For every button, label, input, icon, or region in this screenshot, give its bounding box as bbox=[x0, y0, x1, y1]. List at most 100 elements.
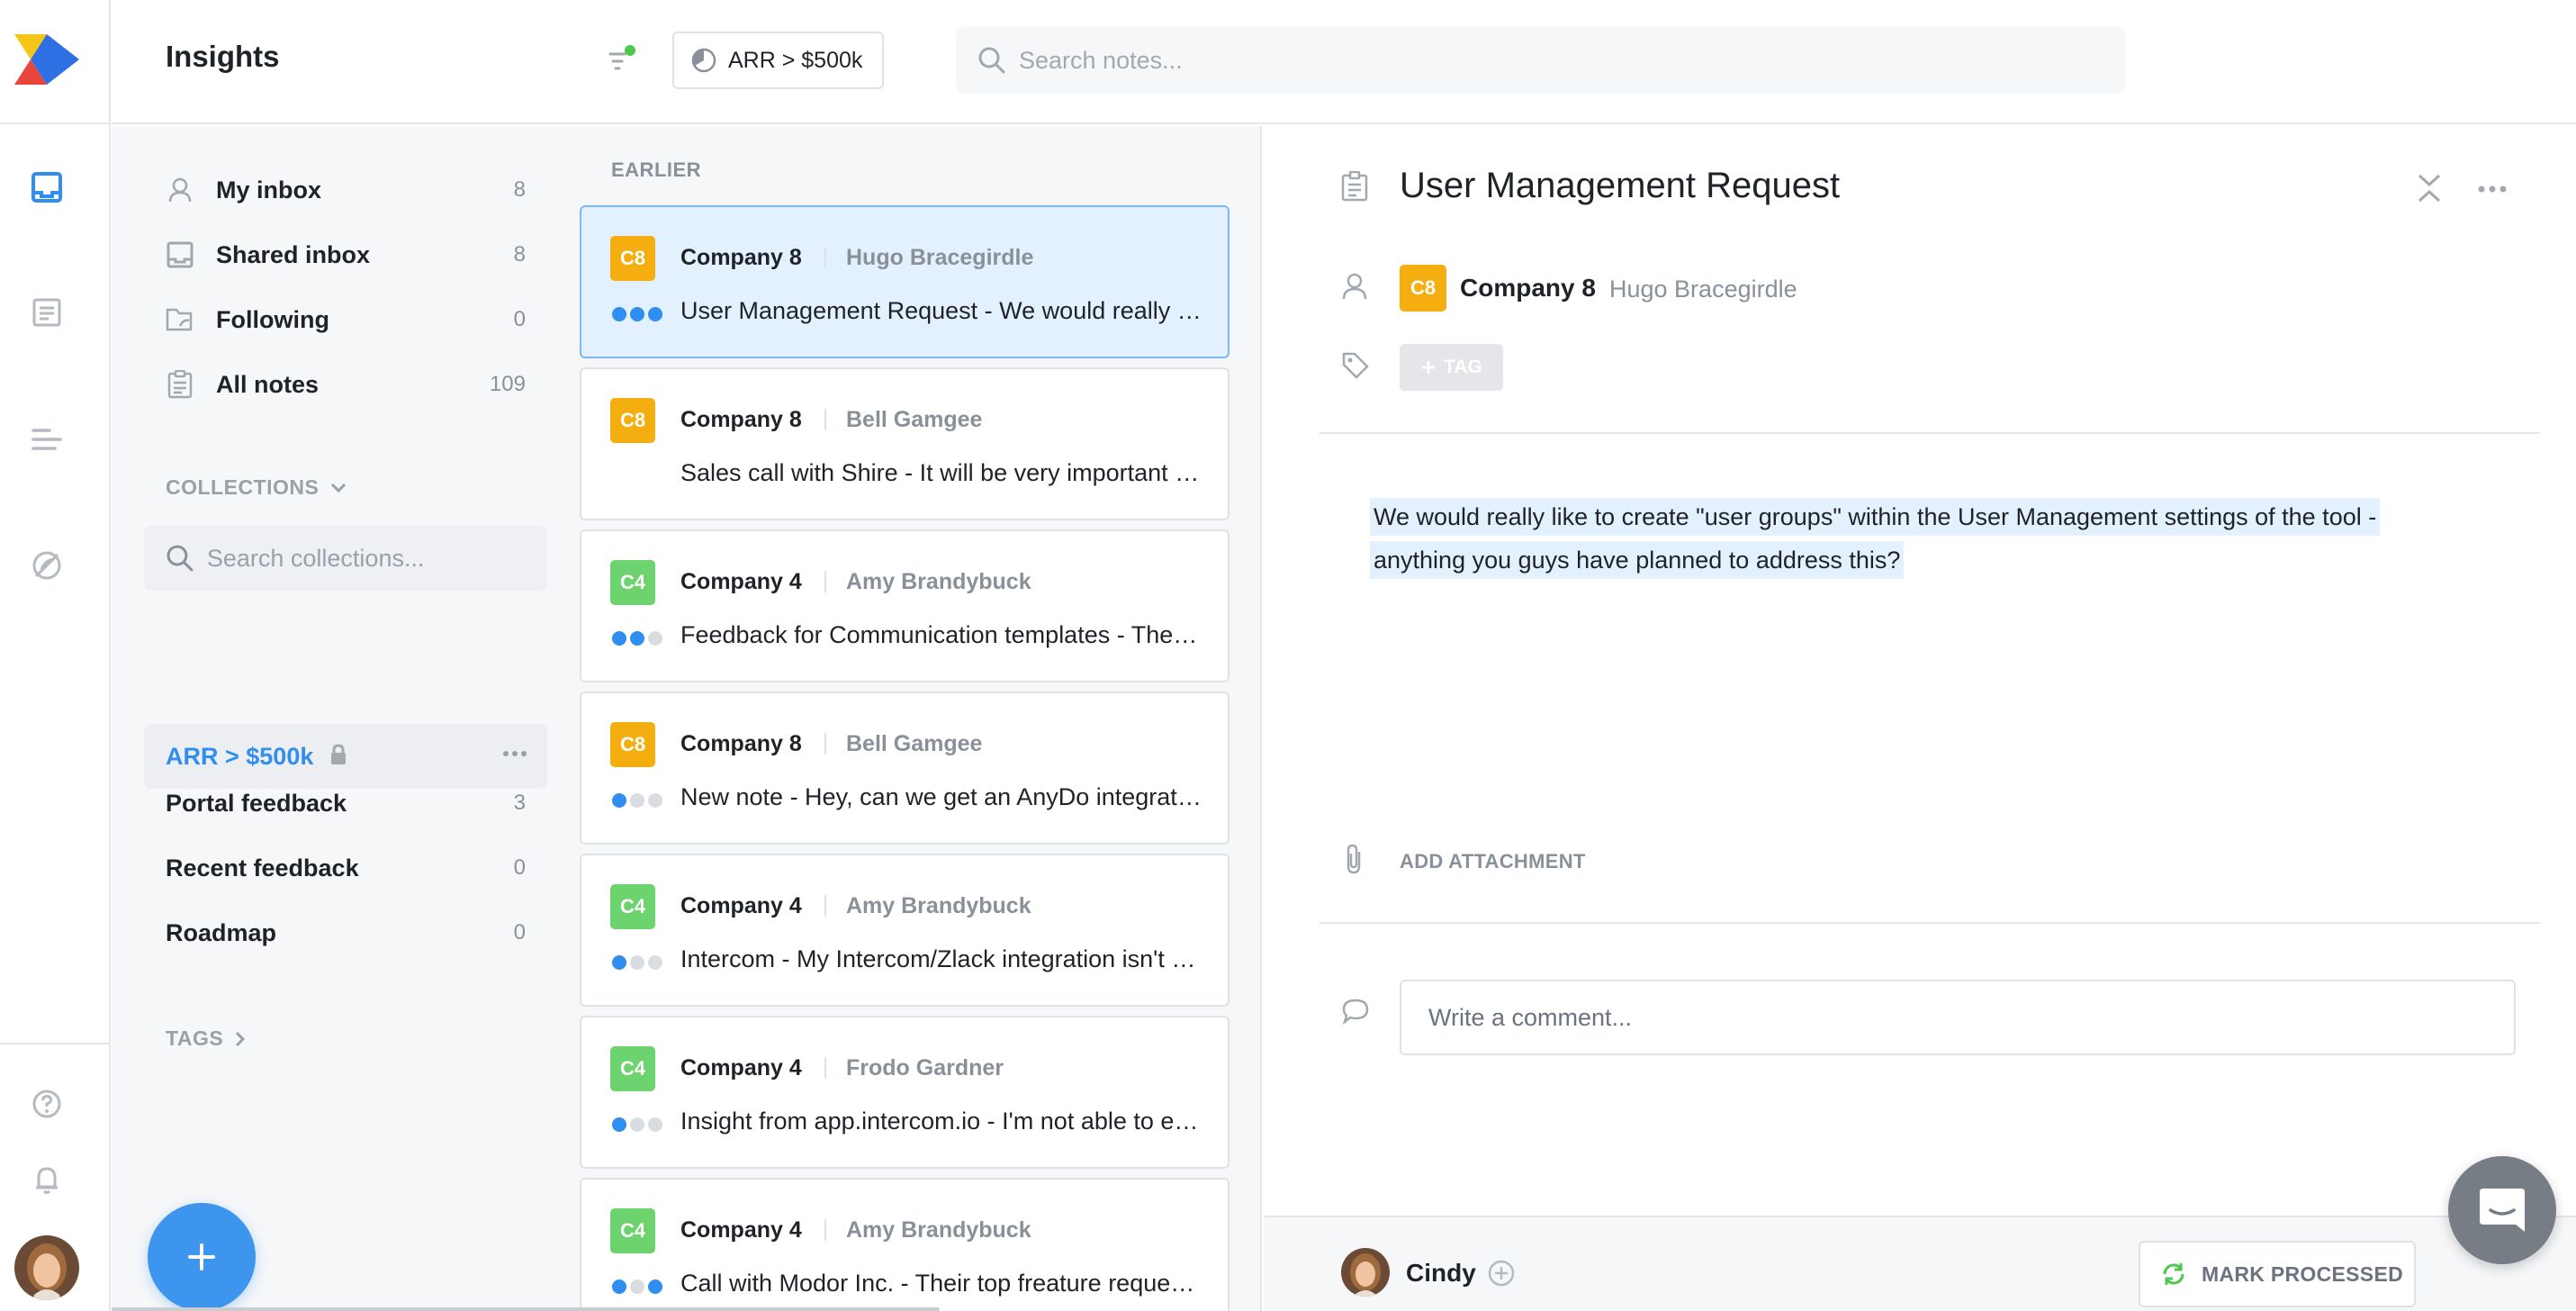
note-card[interactable]: C8 Company 8 Hugo Bracegirdle User Manageme… bbox=[580, 205, 1229, 358]
user-icon bbox=[166, 176, 194, 204]
portal-nav-icon[interactable] bbox=[27, 546, 67, 585]
nav-item-following[interactable]: Following 0 bbox=[166, 297, 526, 342]
importance-dots bbox=[612, 631, 662, 646]
card-company: Company 8 bbox=[680, 731, 802, 756]
note-card[interactable]: C4 Company 4 Amy Brandybuck Feedback for Co… bbox=[580, 529, 1229, 683]
card-company: Company 4 bbox=[680, 1055, 802, 1080]
page-title: Insights bbox=[166, 40, 280, 73]
company-badge: C8 bbox=[610, 722, 655, 767]
tags-header[interactable]: TAGS bbox=[166, 1026, 247, 1051]
collection-label: Portal feedback bbox=[166, 789, 347, 817]
paperclip-icon bbox=[1341, 843, 1366, 880]
nav-item-my-inbox[interactable]: My inbox 8 bbox=[166, 167, 526, 212]
card-snippet: Call with Modor Inc. - Their top freatur… bbox=[680, 1270, 1202, 1297]
note-card[interactable]: C4 Company 4 Amy Brandybuck Call with Modor… bbox=[580, 1178, 1229, 1311]
tag-icon bbox=[1341, 351, 1370, 384]
collections-header[interactable]: COLLECTIONS bbox=[166, 475, 347, 500]
plus-icon bbox=[188, 1243, 215, 1270]
add-note-button[interactable] bbox=[148, 1203, 256, 1311]
mark-processed-button[interactable]: MARK PROCESSED bbox=[2139, 1241, 2416, 1307]
company-badge: C4 bbox=[610, 1208, 655, 1253]
note-body[interactable]: We would really like to create "user gro… bbox=[1370, 495, 2414, 582]
comment-box[interactable] bbox=[1400, 980, 2516, 1055]
rail-divider bbox=[0, 122, 111, 124]
person-name[interactable]: Hugo Bracegirdle bbox=[1609, 276, 1797, 303]
importance-dots bbox=[612, 793, 662, 808]
importance-dot bbox=[612, 955, 626, 970]
nav-item-all-notes[interactable]: All notes 109 bbox=[166, 362, 526, 407]
card-person: Frodo Gardner bbox=[846, 1055, 1004, 1080]
collection-item-roadmap[interactable]: Roadmap 0 bbox=[166, 913, 526, 953]
card-snippet: New note - Hey, can we get an AnyDo inte… bbox=[680, 783, 1202, 810]
company-badge: C4 bbox=[610, 884, 655, 929]
filter-icon[interactable] bbox=[605, 43, 641, 79]
note-title[interactable]: User Management Request bbox=[1400, 166, 1840, 206]
importance-dot bbox=[612, 631, 626, 646]
comment-input[interactable] bbox=[1428, 1003, 2490, 1032]
refresh-icon bbox=[2163, 1263, 2184, 1285]
importance-dot bbox=[630, 793, 644, 808]
company-name[interactable]: Company 8 bbox=[1460, 274, 1596, 303]
card-person: Bell Gamgee bbox=[846, 731, 983, 756]
notes-nav-icon[interactable] bbox=[27, 293, 67, 332]
tag-button-label: TAG bbox=[1444, 357, 1482, 377]
separator bbox=[824, 409, 826, 430]
collections-search-input[interactable] bbox=[206, 544, 547, 573]
collection-item-portal-feedback[interactable]: Portal feedback 3 bbox=[166, 783, 526, 823]
search-input[interactable] bbox=[1019, 46, 2009, 75]
notifications-bell-icon[interactable] bbox=[27, 1160, 67, 1199]
tags-label: TAGS bbox=[166, 1026, 224, 1050]
notes-search[interactable] bbox=[956, 27, 2126, 94]
collections-search[interactable] bbox=[144, 526, 547, 591]
importance-dot bbox=[612, 307, 626, 321]
more-options-icon[interactable] bbox=[502, 746, 527, 762]
card-company: Company 8 bbox=[680, 245, 802, 270]
icon-rail bbox=[0, 0, 111, 1311]
note-card[interactable]: C4 Company 4 Amy Brandybuck Intercom - My I… bbox=[580, 854, 1229, 1007]
collection-item-recent-feedback[interactable]: Recent feedback 0 bbox=[166, 848, 526, 888]
importance-dots bbox=[612, 307, 662, 321]
nav-item-label: All notes bbox=[216, 370, 320, 398]
note-card[interactable]: C4 Company 4 Frodo Gardner Insight from app… bbox=[580, 1016, 1229, 1169]
card-snippet: Feedback for Communication templates - T… bbox=[680, 621, 1202, 648]
productboard-logo-icon[interactable] bbox=[14, 34, 79, 85]
separator bbox=[824, 247, 826, 268]
note-card[interactable]: C8 Company 8 Bell Gamgee New note - Hey, ca… bbox=[580, 692, 1229, 845]
inbox-nav-icon[interactable] bbox=[27, 167, 67, 207]
collections-label: COLLECTIONS bbox=[166, 475, 320, 499]
chat-messenger-button[interactable] bbox=[2448, 1156, 2556, 1264]
top-bar: Insights ARR > $500k bbox=[112, 0, 2576, 124]
roadmap-nav-icon[interactable] bbox=[27, 420, 67, 459]
horizontal-scrollbar[interactable] bbox=[112, 1307, 940, 1311]
user-icon bbox=[1341, 272, 1368, 305]
help-icon[interactable] bbox=[27, 1084, 67, 1124]
search-icon bbox=[167, 545, 194, 572]
search-icon bbox=[978, 47, 1005, 74]
note-icon bbox=[1341, 170, 1368, 206]
importance-dot bbox=[630, 307, 644, 321]
owner-name[interactable]: Cindy bbox=[1406, 1259, 1476, 1288]
add-follower-icon[interactable] bbox=[1487, 1259, 1516, 1292]
more-options-icon[interactable] bbox=[2477, 182, 2508, 198]
company-badge: C8 bbox=[610, 236, 655, 281]
chat-icon bbox=[2480, 1189, 2525, 1232]
nav-item-label: Following bbox=[216, 305, 329, 333]
nav-item-count: 0 bbox=[513, 307, 526, 331]
collapse-icon[interactable] bbox=[2416, 173, 2443, 208]
note-card[interactable]: C8 Company 8 Bell Gamgee Sales call with Sh… bbox=[580, 367, 1229, 520]
card-person: Bell Gamgee bbox=[846, 407, 983, 432]
company-badge: C4 bbox=[610, 1046, 655, 1091]
separator bbox=[824, 1219, 826, 1241]
collection-item-active[interactable]: ARR > $500k bbox=[144, 724, 547, 789]
add-tag-button[interactable]: TAG bbox=[1400, 344, 1503, 391]
nav-item-shared-inbox[interactable]: Shared inbox 8 bbox=[166, 232, 526, 277]
user-avatar[interactable] bbox=[14, 1235, 79, 1300]
chevron-down-icon bbox=[331, 483, 347, 493]
active-filter-chip[interactable]: ARR > $500k bbox=[672, 32, 884, 89]
lock-icon bbox=[329, 743, 347, 770]
card-company: Company 4 bbox=[680, 893, 802, 918]
add-attachment-link[interactable]: ADD ATTACHMENT bbox=[1400, 850, 1586, 873]
owner-avatar[interactable] bbox=[1341, 1248, 1390, 1297]
divider bbox=[1320, 432, 2540, 434]
importance-dot bbox=[612, 793, 626, 808]
